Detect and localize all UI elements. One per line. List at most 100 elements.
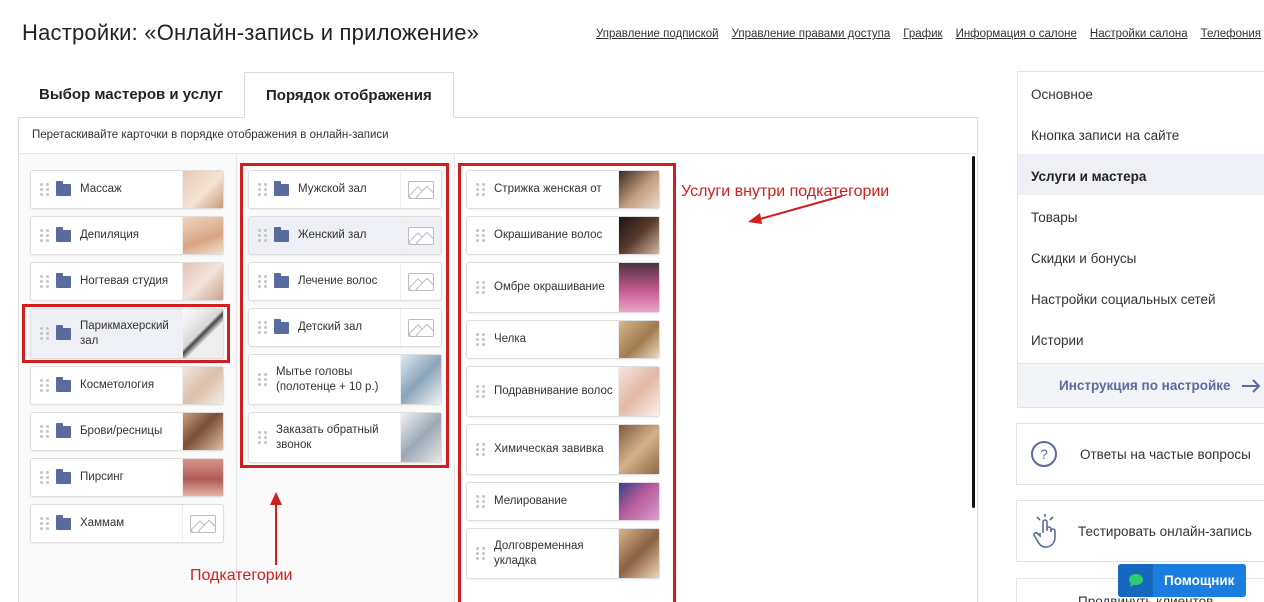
drag-handle-icon[interactable] <box>258 275 268 289</box>
annotation-subcategories: Подкатегории <box>190 567 293 584</box>
drag-handle-icon[interactable] <box>476 183 486 197</box>
folder-icon <box>274 318 289 334</box>
drag-handle-icon[interactable] <box>40 229 50 243</box>
drag-handle-icon[interactable] <box>40 379 50 393</box>
link-schedule[interactable]: График <box>903 28 942 40</box>
subcategory-card[interactable]: Детский зал <box>248 308 442 347</box>
card-label: Мужской зал <box>298 183 367 195</box>
link-telephony[interactable]: Телефония <box>1201 28 1261 40</box>
faq-label: Ответы на частые вопросы <box>1080 446 1251 462</box>
subcategory-card[interactable]: Мужской зал <box>248 170 442 209</box>
drag-handle-icon[interactable] <box>258 431 268 445</box>
thumbnail-image <box>618 425 659 474</box>
thumbnail-image <box>618 321 659 358</box>
card-label: Долговременная укладка <box>494 539 584 567</box>
card-label: Хаммам <box>80 517 125 529</box>
card-label: Парикмахерский зал <box>80 319 169 347</box>
sidebar-item-stories[interactable]: Истории <box>1018 318 1264 359</box>
drag-hint: Перетаскивайте карточки в порядке отобра… <box>19 118 977 154</box>
subcategory-card[interactable]: Лечение волос <box>248 262 442 301</box>
thumbnail-image <box>182 367 223 404</box>
drag-handle-icon[interactable] <box>258 183 268 197</box>
drag-handle-icon[interactable] <box>476 281 486 295</box>
subcategories-column: Мужской зал Женский зал Лечение волос Детск… <box>237 154 455 602</box>
instruction-link[interactable]: Инструкция по настройке <box>1018 363 1264 407</box>
category-card[interactable]: Пирсинг <box>30 458 224 497</box>
thumbnail-image <box>618 367 659 416</box>
thumbnail-image <box>618 529 659 578</box>
drag-handle-icon[interactable] <box>258 321 268 335</box>
category-card[interactable]: Массаж <box>30 170 224 209</box>
sidebar-item-goods[interactable]: Товары <box>1018 195 1264 236</box>
test-booking-card[interactable]: Тестировать онлайн-запись <box>1016 500 1264 562</box>
folder-icon <box>56 514 71 530</box>
drag-handle-icon[interactable] <box>476 547 486 561</box>
sidebar-item-social[interactable]: Настройки социальных сетей <box>1018 277 1264 318</box>
service-card[interactable]: Челка <box>466 320 660 359</box>
category-card[interactable]: Депиляция <box>30 216 224 255</box>
thumbnail-image <box>618 171 659 208</box>
settings-sidebar: Основное Кнопка записи на сайте Услуги и… <box>1017 71 1264 408</box>
tab-display-order[interactable]: Порядок отображения <box>244 72 454 118</box>
folder-icon <box>56 226 71 242</box>
service-card[interactable]: Подравнивание волос <box>466 366 660 417</box>
card-label: Мелирование <box>494 495 568 507</box>
thumbnail-image <box>182 263 223 300</box>
drag-handle-icon[interactable] <box>40 275 50 289</box>
service-card[interactable]: Окрашивание волос <box>466 216 660 255</box>
link-access-rights[interactable]: Управление правами доступа <box>732 28 891 40</box>
category-card[interactable]: Брови/ресницы <box>30 412 224 451</box>
drag-handle-icon[interactable] <box>258 229 268 243</box>
card-label: Депиляция <box>80 229 140 241</box>
category-card[interactable]: Ногтевая студия <box>30 262 224 301</box>
tap-hand-icon <box>1033 514 1056 548</box>
sidebar-item-discounts[interactable]: Скидки и бонусы <box>1018 236 1264 277</box>
drag-handle-icon[interactable] <box>476 385 486 399</box>
service-card[interactable]: Мелирование <box>466 482 660 521</box>
card-label: Мытье головы (полотенце + 10 р.) <box>276 365 379 393</box>
sidebar-item-site-button[interactable]: Кнопка записи на сайте <box>1018 113 1264 154</box>
scrollbar[interactable] <box>972 156 975 508</box>
drag-handle-icon[interactable] <box>258 373 268 387</box>
service-card[interactable]: Стрижка женская от <box>466 170 660 209</box>
service-card[interactable]: Долговременная укладка <box>466 528 660 579</box>
drag-handle-icon[interactable] <box>40 425 50 439</box>
card-label: Косметология <box>80 379 155 391</box>
drag-handle-icon[interactable] <box>476 333 486 347</box>
drag-handle-icon[interactable] <box>476 495 486 509</box>
drag-handle-icon[interactable] <box>40 327 50 341</box>
subcategory-card[interactable]: Заказать обратный звонок <box>248 412 442 463</box>
category-card[interactable]: Парикмахерский зал <box>30 308 224 359</box>
thumbnail-image <box>400 413 441 462</box>
thumbnail-image <box>618 263 659 312</box>
drag-handle-icon[interactable] <box>476 229 486 243</box>
drag-handle-icon[interactable] <box>476 443 486 457</box>
services-column: Стрижка женская от Окрашивание волос Омбре… <box>455 154 975 602</box>
subcategory-card[interactable]: Женский зал <box>248 216 442 255</box>
svg-text:?: ? <box>1040 446 1048 462</box>
service-card[interactable]: Омбре окрашивание <box>466 262 660 313</box>
tab-masters-services[interactable]: Выбор мастеров и услуг <box>18 72 244 118</box>
service-card[interactable]: Химическая завивка <box>466 424 660 475</box>
card-label: Ногтевая студия <box>80 275 169 287</box>
link-salon-info[interactable]: Информация о салоне <box>956 28 1077 40</box>
drag-handle-icon[interactable] <box>40 471 50 485</box>
card-label: Брови/ресницы <box>80 425 163 437</box>
link-subscription[interactable]: Управление подпиской <box>596 28 719 40</box>
sidebar-item-main[interactable]: Основное <box>1018 72 1264 113</box>
image-placeholder-icon <box>400 309 441 346</box>
folder-icon <box>274 180 289 196</box>
categories-column: Массаж Депиляция Ногтевая студия Парикмахер… <box>19 154 237 602</box>
sidebar-item-services-masters[interactable]: Услуги и мастера <box>1018 154 1264 195</box>
category-card[interactable]: Косметология <box>30 366 224 405</box>
drag-handle-icon[interactable] <box>40 517 50 531</box>
annotation-services: Услуги внутри подкатегории <box>681 183 890 200</box>
drag-handle-icon[interactable] <box>40 183 50 197</box>
image-placeholder-icon <box>400 217 441 254</box>
faq-card[interactable]: ? Ответы на частые вопросы <box>1016 423 1264 485</box>
assistant-button[interactable]: Помощник <box>1118 564 1246 597</box>
category-card[interactable]: Хаммам <box>30 504 224 543</box>
link-salon-settings[interactable]: Настройки салона <box>1090 28 1188 40</box>
subcategory-card[interactable]: Мытье головы (полотенце + 10 р.) <box>248 354 442 405</box>
instruction-label: Инструкция по настройке <box>1059 378 1231 393</box>
